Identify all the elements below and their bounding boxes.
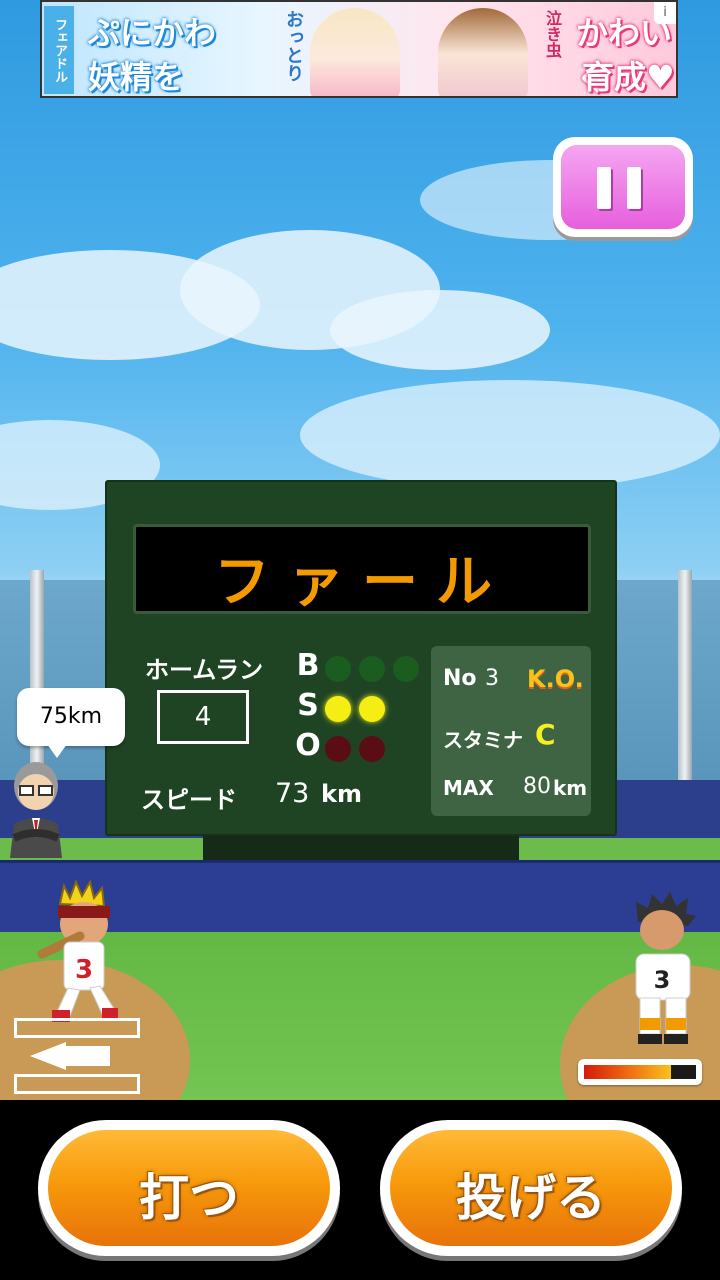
ad-character-image	[438, 8, 528, 96]
cloud	[300, 380, 720, 490]
pitcher-no-value: 3	[485, 666, 499, 691]
strike-lamp	[359, 696, 385, 722]
speed-label: スピード	[141, 786, 237, 814]
ball-lamp	[325, 656, 351, 682]
max-speed-value: 80	[523, 774, 551, 799]
control-bar: 打つ 投げる	[0, 1100, 720, 1280]
ad-text: ぷにかわ	[88, 14, 217, 52]
pitch-button[interactable]: 投げる	[380, 1120, 682, 1256]
pitcher-character: 3	[635, 892, 696, 1044]
ad-vertical-text: フェアドル	[44, 6, 74, 94]
ball-lamp	[359, 656, 385, 682]
swing-zone-arrow	[64, 1046, 110, 1066]
out-label: O	[295, 728, 321, 763]
out-lamp	[325, 736, 351, 762]
pitcher-no-label: No	[443, 666, 477, 691]
stamina-gauge-fill	[584, 1065, 671, 1079]
game-scene: フェアドル ぷにかわ 妖精を おっとり 泣き虫 かわいく 育成♥ i ファール …	[0, 0, 720, 1100]
hit-button[interactable]: 打つ	[38, 1120, 340, 1256]
pause-icon	[561, 145, 685, 229]
scoreboard-stand	[203, 836, 519, 860]
pause-bar	[627, 167, 641, 209]
pitcher-number: 3	[654, 966, 671, 994]
left-arrow-icon	[30, 1042, 66, 1070]
strike-label: S	[297, 688, 319, 723]
ball-label: B	[296, 648, 320, 683]
pause-bar	[597, 167, 611, 209]
speed-value: 73	[275, 778, 310, 809]
speech-bubble: 75km	[17, 688, 125, 758]
ad-tag: 泣き虫	[543, 10, 562, 58]
homerun-count: 4	[157, 690, 249, 744]
strike-lamp	[325, 696, 351, 722]
ad-text: 妖精を	[88, 58, 185, 96]
batter-character: 3	[37, 880, 118, 1022]
ad-tag: おっとり	[283, 10, 304, 82]
light-pole	[30, 570, 44, 780]
hit-button-label: 打つ	[139, 1169, 239, 1227]
batter-number: 3	[75, 955, 93, 985]
homerun-label: ホームラン	[145, 656, 264, 684]
coach-character	[10, 762, 62, 858]
out-lamp	[359, 736, 385, 762]
max-speed-label: MAX	[443, 776, 494, 800]
pitcher-info-panel: No 3 K.O. スタミナ C MAX 80 km	[431, 646, 591, 816]
call-text: ファール	[214, 550, 510, 615]
ad-text: 育成♥	[582, 58, 675, 96]
call-display: ファール	[133, 524, 591, 615]
ko-status: K.O.	[527, 665, 584, 693]
swing-zone-bottom	[14, 1074, 140, 1094]
speed-unit: km	[321, 780, 362, 808]
light-pole	[678, 570, 692, 780]
stamina-grade: C	[535, 718, 556, 751]
max-speed-unit: km	[553, 776, 588, 800]
scoreboard: ファール ホームラン 4 スピード 73 km B S O No 3 K.O. …	[105, 480, 617, 836]
info-icon[interactable]: i	[654, 2, 676, 24]
swing-zone-top	[14, 1018, 140, 1038]
ad-character-image	[310, 8, 400, 96]
cloud	[330, 290, 550, 370]
speech-bubble-text: 75km	[39, 704, 103, 729]
ball-lamp	[393, 656, 419, 682]
stamina-gauge	[578, 1059, 702, 1085]
stamina-label: スタミナ	[443, 728, 523, 752]
hit-button-face: 打つ	[48, 1130, 330, 1246]
pitch-button-label: 投げる	[456, 1169, 606, 1227]
pause-button[interactable]	[553, 137, 693, 237]
pitch-button-face: 投げる	[390, 1130, 672, 1246]
ad-banner[interactable]: フェアドル ぷにかわ 妖精を おっとり 泣き虫 かわいく 育成♥ i	[40, 0, 678, 98]
